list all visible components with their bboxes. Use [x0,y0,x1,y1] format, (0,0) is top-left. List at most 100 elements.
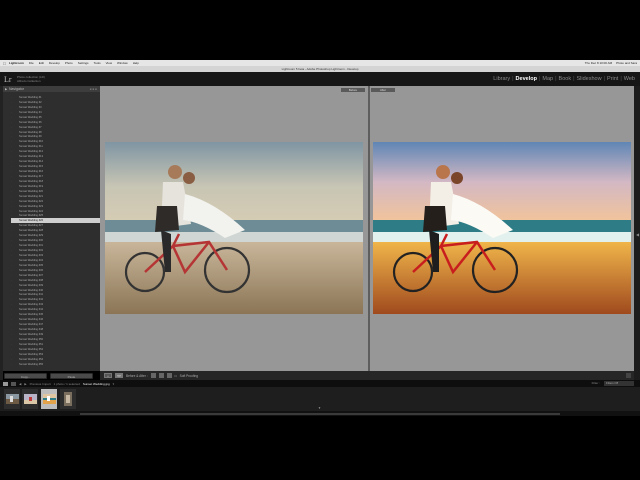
nav-back-icon[interactable]: ◀ [19,382,21,386]
snapshot-label: Sunset Wedding #12 [19,150,44,154]
snapshot-bullet-icon: · [11,209,12,213]
filter-label: Filter : [591,381,600,385]
snapshot-bullet-icon: · [11,189,12,193]
snapshot-bullet-icon: · [11,224,12,228]
before-after-view-icon[interactable]: YY [115,373,123,378]
menu-view[interactable]: View [106,61,112,65]
module-print[interactable]: Print [605,76,620,82]
menu-window[interactable]: Window [117,61,128,65]
snapshot-bullet-icon: · [11,293,12,297]
filmstrip-dropdown-icon[interactable]: ▾ [113,382,115,386]
collapse-filmstrip-icon[interactable]: ▼ [318,406,321,410]
module-bar: Lr Photo collection (LR) Alfredo Collect… [0,72,640,86]
filmstrip-filename[interactable]: Sunset Wedding.jpg [83,382,110,386]
snapshot-label: Sunset Wedding #34 [19,258,44,262]
navigator-header[interactable]: ▶ Navigator ■ ■ ■ [3,86,100,92]
filmstrip-scroll-thumb[interactable] [80,412,560,415]
snapshot-label: Sunset Wedding #19 [19,184,44,188]
snapshot-label: Sunset Wedding #3 [19,105,42,109]
snapshot-label: Sunset Wedding #15 [19,165,44,169]
snapshot-label: Sunset Wedding #42 [19,298,44,302]
thumb-image [64,392,72,406]
filter-select[interactable]: Filters Off [604,381,634,386]
before-label: Before [341,88,365,92]
snapshot-bullet-icon: · [11,234,12,238]
thumb-image [42,394,56,404]
snapshot-bullet-icon: · [11,253,12,257]
filmstrip-thumb[interactable] [4,389,20,409]
snapshot-label: Sunset Wedding #18 [19,179,44,183]
snapshot-label: Sunset Wedding #14 [19,160,44,164]
snapshot-label: Sunset Wedding #44 [19,308,44,312]
collapse-arrow-icon[interactable]: ▶ [5,86,7,92]
snapshot-label: Sunset Wedding #40 [19,288,44,292]
snapshot-bullet-icon: · [11,130,12,134]
snapshot-bullet-icon: · [11,145,12,149]
snapshot-label: Sunset Wedding #28 [19,229,44,233]
filmstrip-thumb-selected[interactable] [41,389,57,409]
expand-right-panel-icon[interactable]: ◀ [636,232,639,237]
menu-develop[interactable]: Develop [49,61,60,65]
loupe-view-icon[interactable]: □ [104,373,112,378]
menubar-user[interactable]: Photo and Sara [616,61,637,65]
menu-lightroom[interactable]: Lightroom [9,61,24,65]
module-web[interactable]: Web [622,76,637,82]
snapshot-bullet-icon: · [11,105,12,109]
filmstrip-scrollbar[interactable] [0,411,640,416]
menu-file[interactable]: File [29,61,34,65]
module-develop[interactable]: Develop [514,76,539,82]
snapshot-bullet-icon: · [11,244,12,248]
module-map[interactable]: Map [540,76,555,82]
grid-view-icon[interactable] [11,381,16,386]
zoom-options-icon[interactable]: ■ ■ ■ [90,86,97,92]
swap-before-after-icon[interactable] [166,373,172,378]
snapshot-bullet-icon: · [11,268,12,272]
lightroom-logo-icon: Lr [4,75,12,84]
paste-button[interactable]: Paste [50,373,93,379]
filmstrip-source[interactable]: Previous Import [30,382,51,386]
snapshot-label: Sunset Wedding #21 [19,194,44,198]
snapshot-label: Sunset Wedding #53 [19,352,44,356]
copy-before-to-after-icon[interactable] [150,373,156,378]
filmstrip-thumb[interactable] [22,389,38,409]
snapshot-bullet-icon: · [11,219,12,223]
menu-help[interactable]: Help [133,61,139,65]
menu-settings[interactable]: Settings [78,61,89,65]
snapshot-bullet-icon: · [11,95,12,99]
filmstrip-thumb[interactable] [60,389,76,409]
snapshot-bullet-icon: · [11,179,12,183]
module-slideshow[interactable]: Slideshow [575,76,604,82]
snapshot-label: Sunset Wedding #47 [19,323,44,327]
second-window-icon[interactable] [3,381,8,386]
copy-after-to-before-icon[interactable] [158,373,164,378]
snapshot-bullet-icon: · [11,288,12,292]
menu-edit[interactable]: Edit [39,61,44,65]
snapshot-label: Sunset Wedding #16 [19,170,44,174]
snapshot-label: Sunset Wedding #35 [19,263,44,267]
snapshot-label: Sunset Wedding #55 [19,362,44,366]
snapshot-bullet-icon: · [11,308,12,312]
soft-proof-checkbox[interactable]: □ [175,374,177,378]
after-photo[interactable] [373,142,631,314]
apple-icon[interactable]:  [3,61,6,66]
module-book[interactable]: Book [557,76,574,82]
snapshot-item[interactable]: · Sunset Wedding #55 [11,362,100,367]
snapshot-label: Sunset Wedding #6 [19,120,42,124]
snapshot-bullet-icon: · [11,199,12,203]
menu-tools[interactable]: Tools [94,61,101,65]
snapshot-bullet-icon: · [11,160,12,164]
toolbar-menu-icon[interactable] [626,373,631,378]
snapshot-label: Sunset Wedding #46 [19,318,44,322]
snapshot-bullet-icon: · [11,249,12,253]
before-photo[interactable] [105,142,363,314]
menu-photo[interactable]: Photo [65,61,73,65]
nav-forward-icon[interactable]: ▶ [24,382,26,386]
filmstrip-header: ◀ ▶ Previous Import 1 photo / 1 selected… [0,380,640,387]
copy-button[interactable]: Copy... [4,373,47,379]
snapshot-label: Sunset Wedding #30 [19,239,44,243]
snapshot-bullet-icon: · [11,337,12,341]
module-library[interactable]: Library [491,76,512,82]
menubar-clock[interactable]: Thu Dec 8 10:00 AM [585,61,612,65]
snapshot-bullet-icon: · [11,278,12,282]
snapshot-label: Sunset Wedding #26 [19,219,44,223]
